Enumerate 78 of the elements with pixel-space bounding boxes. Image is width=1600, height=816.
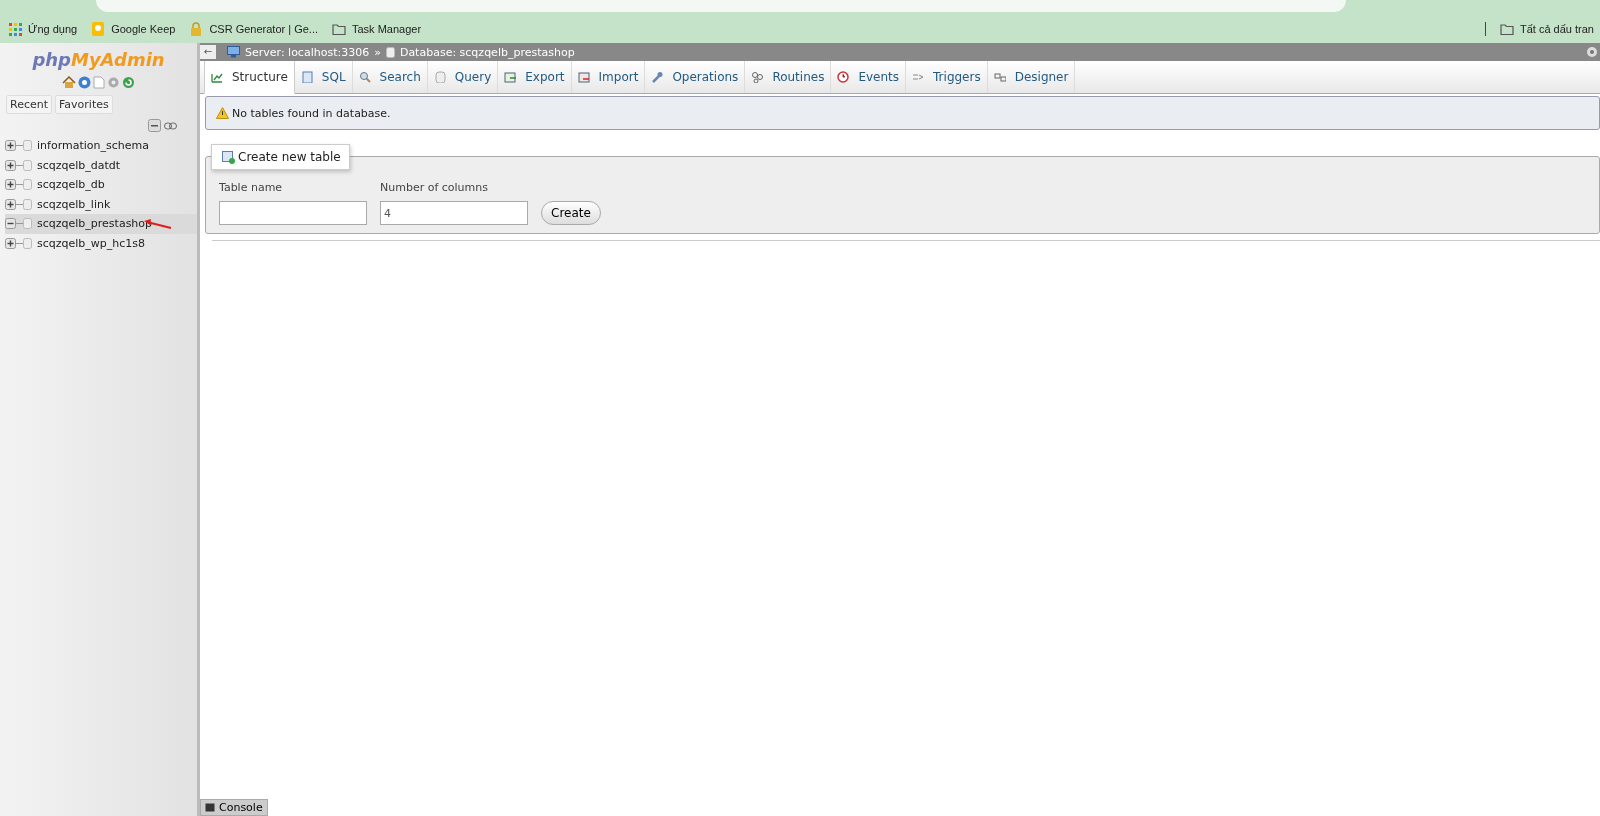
folder-icon: [1500, 21, 1514, 36]
field-label: Table name: [219, 181, 284, 194]
wrench-icon: [651, 71, 664, 83]
settings-icon: [107, 76, 120, 89]
tab[interactable]: Export: [498, 61, 572, 93]
bookmark-item[interactable]: Google Keep: [91, 21, 176, 36]
collapse-all-icon: [148, 119, 161, 132]
lock-icon: [189, 21, 204, 36]
server-icon: [227, 46, 240, 58]
link-icon: [164, 121, 177, 130]
tab[interactable]: Structure: [204, 61, 295, 94]
database-item[interactable]: scqzqelb_wp_hc1s8: [5, 233, 197, 253]
apps-grid-icon: [8, 21, 22, 36]
tab[interactable]: Triggers: [906, 61, 988, 93]
database-icon: [23, 159, 32, 171]
bookmark-item[interactable]: Tất cả dấu tran: [1500, 21, 1594, 36]
export-icon: [504, 71, 517, 83]
tab[interactable]: Search: [352, 61, 428, 93]
database-link[interactable]: Database: scqzqelb_prestashop: [399, 45, 575, 59]
console-icon: [205, 803, 215, 812]
expand-icon[interactable]: [5, 159, 16, 171]
expand-icon[interactable]: [5, 140, 16, 152]
clock-icon: [837, 71, 850, 83]
reload-icon: [122, 76, 135, 89]
notice-message: No tables found in database.: [205, 96, 1600, 130]
home-icon: [62, 76, 76, 89]
field-label: Number of columns: [380, 181, 489, 194]
back-button[interactable]: ←: [200, 45, 216, 59]
database-item[interactable]: scqzqelb_prestashop: [5, 214, 197, 234]
expand-icon[interactable]: [5, 198, 16, 210]
folder-icon: [332, 21, 346, 36]
database-icon: [23, 198, 32, 210]
create-button[interactable]: Create: [541, 201, 601, 225]
collapse-icon[interactable]: [5, 218, 16, 230]
bookmark-item[interactable]: Ứng dụng: [8, 21, 78, 36]
document-icon: [93, 76, 105, 89]
bookmark-item[interactable]: CSR Generator | Ge...: [189, 21, 318, 36]
warning-icon: [216, 107, 229, 119]
help-icon: [78, 76, 91, 89]
search-icon: [358, 71, 371, 83]
tab[interactable]: Query: [427, 61, 499, 93]
database-icon: [23, 179, 32, 191]
database-item[interactable]: scqzqelb_link: [5, 194, 197, 214]
server-link[interactable]: Server: localhost:3306: [245, 45, 370, 59]
import-icon: [577, 71, 590, 83]
tab[interactable]: Operations: [645, 61, 746, 93]
settings-icon: [1586, 46, 1598, 58]
database-item[interactable]: scqzqelb_datdt: [5, 155, 197, 175]
console-button[interactable]: Console: [200, 799, 268, 816]
breadcrumb-separator: »: [374, 45, 381, 59]
tab[interactable]: Events: [831, 61, 907, 93]
database-icon: [23, 218, 32, 230]
database-icon: [23, 140, 32, 152]
add-table-icon: [222, 150, 235, 164]
tables-icon: [993, 71, 1006, 83]
expand-icon[interactable]: [5, 237, 16, 249]
bulb-icon: [91, 21, 106, 36]
tab[interactable]: Import: [571, 61, 646, 93]
chart-icon: [211, 71, 223, 83]
panel-legend: Create new table: [211, 144, 350, 170]
database-icon: [385, 46, 395, 58]
document-icon: [300, 71, 313, 83]
bookmark-item[interactable]: Task Manager: [332, 21, 422, 36]
database-icon: [433, 71, 446, 83]
sidebar-tab[interactable]: Favorites: [55, 95, 113, 114]
nodes-icon: [751, 71, 764, 83]
sidebar-tab[interactable]: Recent: [6, 95, 53, 114]
tab[interactable]: Routines: [745, 61, 832, 93]
database-icon: [23, 237, 32, 249]
database-item[interactable]: information_schema: [5, 136, 197, 156]
database-item[interactable]: scqzqelb_db: [5, 175, 197, 195]
tab[interactable]: Designer: [987, 61, 1076, 93]
columns-field[interactable]: 4: [380, 201, 528, 225]
tab[interactable]: SQL: [294, 61, 353, 93]
logo: phpMyAdmin: [31, 49, 166, 70]
expand-icon[interactable]: [5, 179, 16, 191]
table-name-field[interactable]: [219, 201, 367, 225]
arrows-icon: [912, 71, 925, 83]
